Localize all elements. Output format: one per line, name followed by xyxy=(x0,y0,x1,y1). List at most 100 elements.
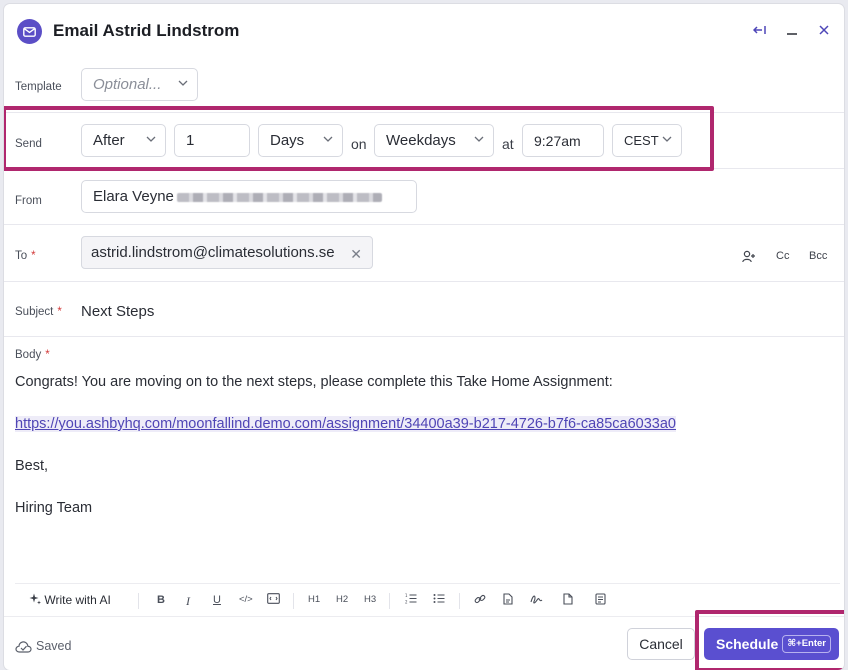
add-person-icon xyxy=(742,250,755,263)
italic-button[interactable]: I xyxy=(186,594,190,609)
attach-file-button[interactable] xyxy=(503,593,513,608)
required-mark: * xyxy=(57,306,62,318)
write-with-ai-button[interactable]: Write with AI xyxy=(29,593,111,607)
send-amount-input[interactable]: 1 xyxy=(174,124,250,157)
cancel-button[interactable]: Cancel xyxy=(627,628,695,660)
collapse-to-side-button[interactable] xyxy=(749,19,771,41)
from-row: From Elara Veyne xyxy=(4,169,844,225)
toolbar-divider xyxy=(293,593,294,609)
recipient-email: astrid.lindstrom@climatesolutions.se xyxy=(91,244,335,261)
send-unit-select[interactable]: Days xyxy=(258,124,343,157)
redacted-email xyxy=(177,193,382,202)
timezone-value: CEST xyxy=(624,133,659,148)
bullet-list-icon xyxy=(433,594,445,603)
chevron-down-icon xyxy=(662,136,672,142)
code-block-icon xyxy=(267,593,280,604)
heading-1-button[interactable]: H1 xyxy=(308,594,320,605)
body-line-4[interactable]: Hiring Team xyxy=(15,500,92,516)
from-select[interactable]: Elara Veyne xyxy=(81,180,417,213)
send-row: Send After 1 Days on Weekdays at 9:27am … xyxy=(4,113,844,169)
body-line-3[interactable]: Best, xyxy=(15,458,48,474)
code-block-button[interactable] xyxy=(267,593,280,607)
write-with-ai-label: Write with AI xyxy=(44,593,111,607)
chevron-down-icon xyxy=(178,80,188,86)
schedule-button[interactable]: Schedule ⌘+Enter xyxy=(704,628,839,660)
file-attachment-icon xyxy=(503,593,513,605)
document-button[interactable] xyxy=(563,593,573,608)
add-person-button[interactable] xyxy=(742,250,756,266)
template-placeholder: Optional... xyxy=(93,76,162,93)
template-insert-button[interactable] xyxy=(595,593,606,608)
svg-text:2: 2 xyxy=(405,600,408,605)
toolbar-divider xyxy=(459,593,460,609)
send-label: Send xyxy=(15,138,42,150)
signature-button[interactable] xyxy=(530,593,543,608)
send-timing-value: After xyxy=(93,132,125,149)
recipient-chip[interactable]: astrid.lindstrom@climatesolutions.se ✕ xyxy=(81,236,373,269)
send-unit-value: Days xyxy=(270,132,305,149)
page-title: Email Astrid Lindstrom xyxy=(53,21,240,40)
code-button[interactable]: </> xyxy=(239,594,253,605)
cc-button[interactable]: Cc xyxy=(776,250,789,262)
keyboard-shortcut-badge: ⌘+Enter xyxy=(782,635,831,653)
template-select[interactable]: Optional... xyxy=(81,68,198,101)
saved-status: Saved xyxy=(15,639,71,653)
toolbar-divider xyxy=(389,593,390,609)
template-row: Template Optional... xyxy=(4,58,844,113)
bullet-list-button[interactable] xyxy=(433,593,445,607)
body-link-line[interactable]: https://you.ashbyhq.com/moonfallind.demo… xyxy=(15,416,676,432)
signature-icon xyxy=(530,595,543,604)
body-line-1[interactable]: Congrats! You are moving on to the next … xyxy=(15,374,613,390)
formatting-toolbar: Write with AI B I U </> H1 H2 H3 12 xyxy=(15,583,840,617)
bold-button[interactable]: B xyxy=(157,594,165,606)
link-button[interactable] xyxy=(474,593,486,608)
arrow-left-bar-icon xyxy=(753,26,766,34)
underline-button[interactable]: U xyxy=(213,594,221,606)
close-button[interactable] xyxy=(813,19,835,41)
send-time-value: 9:27am xyxy=(534,132,581,149)
send-time-input[interactable]: 9:27am xyxy=(522,124,604,157)
subject-label-text: Subject xyxy=(15,306,54,318)
at-label: at xyxy=(502,136,514,152)
modal-header: Email Astrid Lindstrom xyxy=(4,4,844,58)
email-modal: Email Astrid Lindstrom Template Optional… xyxy=(4,4,844,670)
subject-row: Subject * Next Steps xyxy=(4,281,844,337)
toolbar-divider xyxy=(138,593,139,609)
send-day-type-select[interactable]: Weekdays xyxy=(374,124,494,157)
timezone-select[interactable]: CEST xyxy=(612,124,682,157)
sparkle-icon xyxy=(29,593,41,605)
heading-2-button[interactable]: H2 xyxy=(336,594,348,605)
required-mark: * xyxy=(31,250,36,262)
chevron-down-icon xyxy=(323,136,333,142)
subject-input[interactable]: Next Steps xyxy=(81,303,154,320)
template-icon xyxy=(595,593,606,605)
body-label-text: Body xyxy=(15,349,42,361)
send-day-type-value: Weekdays xyxy=(386,132,456,149)
bcc-button[interactable]: Bcc xyxy=(809,250,827,262)
to-label: To * xyxy=(15,250,36,262)
send-timing-select[interactable]: After xyxy=(81,124,166,157)
required-mark: * xyxy=(45,349,50,361)
envelope-icon xyxy=(17,19,42,44)
to-label-text: To xyxy=(15,250,28,262)
saved-label: Saved xyxy=(36,639,72,653)
schedule-label: Schedule xyxy=(716,636,779,652)
modal-footer: Saved Cancel Schedule ⌘+Enter xyxy=(4,616,844,670)
body-label: Body * xyxy=(15,349,50,361)
from-name: Elara Veyne xyxy=(93,188,174,205)
document-icon xyxy=(563,593,573,605)
on-label: on xyxy=(351,136,367,152)
remove-recipient-icon[interactable]: ✕ xyxy=(350,246,362,263)
subject-label: Subject * xyxy=(15,306,62,318)
heading-3-button[interactable]: H3 xyxy=(364,594,376,605)
assignment-link[interactable]: https://you.ashbyhq.com/moonfallind.demo… xyxy=(15,416,676,432)
minimize-button[interactable] xyxy=(781,19,803,41)
link-icon xyxy=(474,594,486,604)
template-label: Template xyxy=(15,81,62,93)
svg-text:1: 1 xyxy=(405,593,408,598)
chevron-down-icon xyxy=(474,136,484,142)
send-amount-value: 1 xyxy=(186,132,195,149)
ordered-list-button[interactable]: 12 xyxy=(405,593,417,607)
cloud-check-icon xyxy=(15,640,32,653)
chevron-down-icon xyxy=(146,136,156,142)
